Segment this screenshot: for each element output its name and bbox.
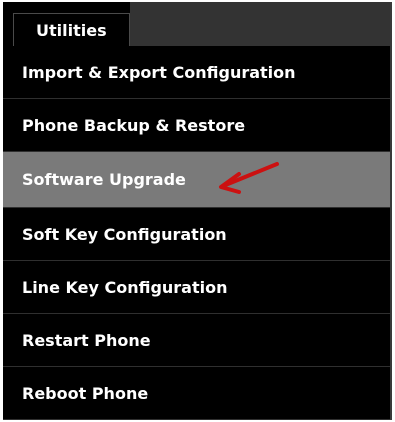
utilities-panel: Utilities Import & Export Configuration … xyxy=(3,2,392,420)
menu-item-label: Software Upgrade xyxy=(22,170,186,189)
menu-item-label: Phone Backup & Restore xyxy=(22,116,246,135)
menu-item-reboot-phone[interactable]: Reboot Phone xyxy=(3,367,390,420)
menu-item-label: Line Key Configuration xyxy=(22,278,228,297)
menu-item-label: Soft Key Configuration xyxy=(22,225,227,244)
tab-strip-fill xyxy=(130,2,390,46)
tab-utilities[interactable]: Utilities xyxy=(13,13,130,46)
utilities-menu: Import & Export Configuration Phone Back… xyxy=(3,46,390,420)
menu-item-label: Import & Export Configuration xyxy=(22,63,296,82)
tab-strip: Utilities xyxy=(3,2,390,46)
menu-item-restart-phone[interactable]: Restart Phone xyxy=(3,314,390,367)
menu-item-phone-backup-restore[interactable]: Phone Backup & Restore xyxy=(3,99,390,152)
menu-item-line-key-configuration[interactable]: Line Key Configuration xyxy=(3,261,390,314)
menu-item-label: Reboot Phone xyxy=(22,384,149,403)
red-arrow-icon xyxy=(219,162,279,194)
menu-item-import-export-configuration[interactable]: Import & Export Configuration xyxy=(3,46,390,99)
menu-item-label: Restart Phone xyxy=(22,331,151,350)
menu-item-soft-key-configuration[interactable]: Soft Key Configuration xyxy=(3,208,390,261)
menu-item-software-upgrade[interactable]: Software Upgrade xyxy=(3,152,390,208)
